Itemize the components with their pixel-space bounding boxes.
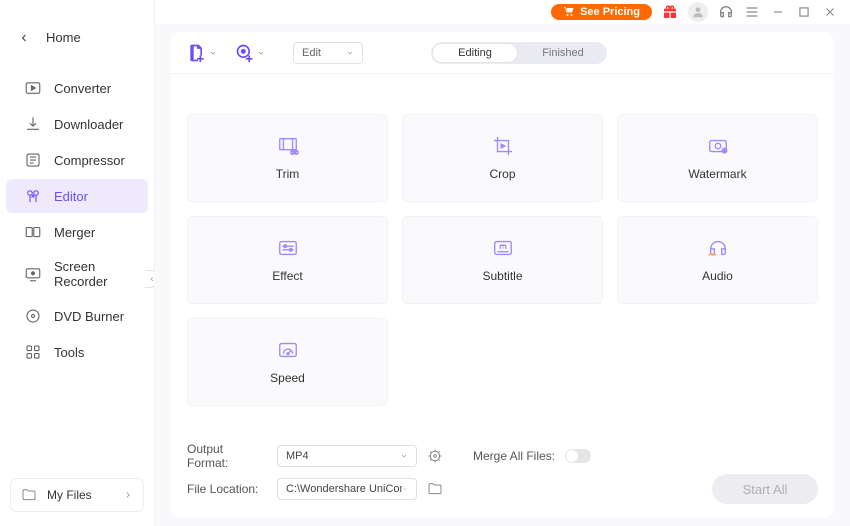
- output-format-value: MP4: [286, 450, 309, 462]
- chevron-down-icon: [400, 452, 408, 460]
- sidebar-item-label: DVD Burner: [54, 309, 124, 324]
- effect-icon: [275, 237, 301, 259]
- folder-icon: [21, 487, 37, 503]
- edit-dropdown[interactable]: Edit: [293, 42, 363, 64]
- file-location-value: C:\Wondershare UniConverter 1: [286, 483, 402, 495]
- compressor-icon: [24, 151, 42, 169]
- footer: Output Format: MP4 Merge All Files: File…: [187, 442, 818, 508]
- add-file-icon: [187, 43, 207, 63]
- minimize-icon[interactable]: [770, 4, 786, 20]
- sidebar-item-label: Editor: [54, 189, 88, 204]
- sidebar-item-label: Downloader: [54, 117, 123, 132]
- editor-cards-grid: Trim Crop Watermark Effect T Subtitle Au…: [171, 74, 834, 422]
- tools-icon: [24, 343, 42, 361]
- dvd-burner-icon: [24, 307, 42, 325]
- sidebar-item-label: Compressor: [54, 153, 125, 168]
- card-audio[interactable]: Audio: [617, 216, 818, 304]
- settings-icon[interactable]: [427, 448, 443, 464]
- support-icon[interactable]: [718, 4, 734, 20]
- home-button[interactable]: Home: [0, 18, 154, 57]
- close-icon[interactable]: [822, 4, 838, 20]
- file-location-select[interactable]: C:\Wondershare UniConverter 1: [277, 478, 417, 500]
- watermark-icon: [705, 135, 731, 157]
- crop-icon: [490, 135, 516, 157]
- sidebar-item-dvd-burner[interactable]: DVD Burner: [6, 299, 148, 333]
- card-label: Subtitle: [482, 269, 522, 283]
- start-all-button[interactable]: Start All: [712, 474, 818, 504]
- chevron-down-icon: [209, 49, 217, 57]
- merge-toggle[interactable]: [565, 449, 591, 463]
- merge-label: Merge All Files:: [473, 449, 555, 463]
- card-label: Trim: [276, 167, 300, 181]
- toolbar: Edit Editing Finished: [171, 32, 834, 74]
- merger-icon: [24, 223, 42, 241]
- card-label: Effect: [272, 269, 302, 283]
- file-location-label: File Location:: [187, 482, 267, 496]
- menu-icon[interactable]: [744, 4, 760, 20]
- pricing-label: See Pricing: [580, 6, 640, 18]
- card-trim[interactable]: Trim: [187, 114, 388, 202]
- avatar-icon[interactable]: [688, 2, 708, 22]
- back-icon: [18, 32, 30, 44]
- open-folder-icon[interactable]: [427, 481, 443, 497]
- sidebar-item-merger[interactable]: Merger: [6, 215, 148, 249]
- card-label: Crop: [489, 167, 515, 181]
- segment-editing[interactable]: Editing: [431, 42, 519, 64]
- segment-control: Editing Finished: [431, 42, 607, 64]
- card-effect[interactable]: Effect: [187, 216, 388, 304]
- add-disc-icon: [235, 43, 255, 63]
- sidebar: Home Converter Downloader Compressor Edi…: [0, 0, 155, 526]
- chevron-down-icon: [257, 49, 265, 57]
- my-files-button[interactable]: My Files: [10, 478, 144, 512]
- sidebar-item-label: Converter: [54, 81, 111, 96]
- card-label: Watermark: [688, 167, 746, 181]
- converter-icon: [24, 79, 42, 97]
- sidebar-item-label: Screen Recorder: [54, 259, 130, 289]
- sidebar-item-converter[interactable]: Converter: [6, 71, 148, 105]
- card-crop[interactable]: Crop: [402, 114, 603, 202]
- titlebar: See Pricing: [539, 0, 850, 24]
- chevron-right-icon: [123, 490, 133, 500]
- sidebar-item-tools[interactable]: Tools: [6, 335, 148, 369]
- card-subtitle[interactable]: T Subtitle: [402, 216, 603, 304]
- gift-icon[interactable]: [662, 4, 678, 20]
- start-all-label: Start All: [743, 482, 788, 497]
- editor-panel: Edit Editing Finished Trim Crop Watermar…: [171, 32, 834, 518]
- segment-finished[interactable]: Finished: [519, 42, 607, 64]
- cart-icon: [563, 6, 575, 18]
- audio-icon: [705, 237, 731, 259]
- chevron-down-icon: [346, 49, 354, 57]
- svg-text:T: T: [501, 244, 505, 251]
- sidebar-nav: Converter Downloader Compressor Editor M…: [0, 71, 154, 369]
- chevron-down-icon: [402, 485, 408, 493]
- screen-recorder-icon: [24, 265, 42, 283]
- trim-icon: [275, 135, 301, 157]
- subtitle-icon: T: [490, 237, 516, 259]
- output-format-select[interactable]: MP4: [277, 445, 417, 467]
- edit-dropdown-label: Edit: [302, 47, 321, 59]
- editor-icon: [24, 187, 42, 205]
- maximize-icon[interactable]: [796, 4, 812, 20]
- sidebar-item-label: Tools: [54, 345, 84, 360]
- main: Edit Editing Finished Trim Crop Watermar…: [155, 24, 850, 526]
- my-files-label: My Files: [47, 488, 92, 502]
- sidebar-item-editor[interactable]: Editor: [6, 179, 148, 213]
- card-speed[interactable]: Speed: [187, 318, 388, 406]
- home-label: Home: [46, 30, 81, 45]
- card-label: Audio: [702, 269, 733, 283]
- speed-icon: [275, 339, 301, 361]
- downloader-icon: [24, 115, 42, 133]
- sidebar-item-screen-recorder[interactable]: Screen Recorder: [6, 251, 148, 297]
- sidebar-item-label: Merger: [54, 225, 95, 240]
- add-disc-button[interactable]: [235, 43, 265, 63]
- sidebar-item-downloader[interactable]: Downloader: [6, 107, 148, 141]
- sidebar-item-compressor[interactable]: Compressor: [6, 143, 148, 177]
- card-label: Speed: [270, 371, 305, 385]
- add-file-button[interactable]: [187, 43, 217, 63]
- card-watermark[interactable]: Watermark: [617, 114, 818, 202]
- output-format-label: Output Format:: [187, 442, 267, 470]
- see-pricing-button[interactable]: See Pricing: [551, 4, 652, 20]
